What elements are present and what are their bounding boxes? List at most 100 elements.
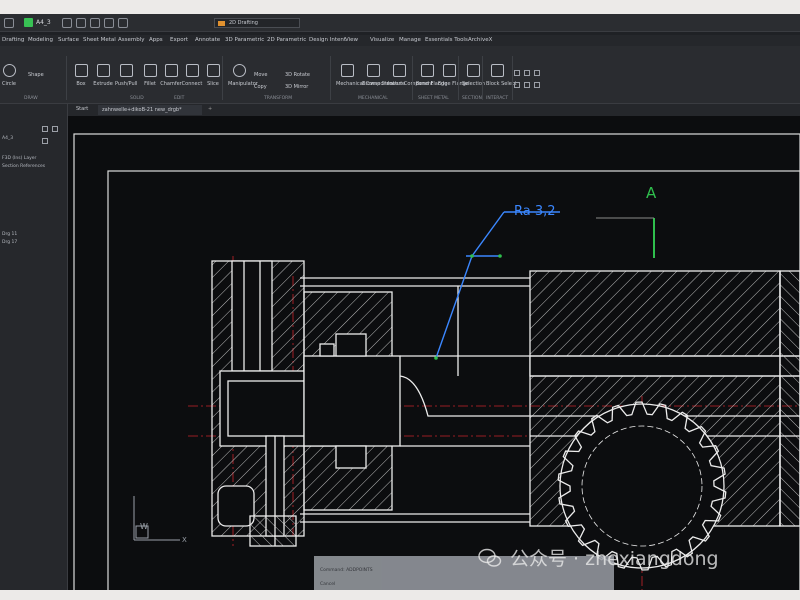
tool-grid-icon-6[interactable] — [534, 82, 540, 88]
rotate-tool[interactable]: 3D Rotate — [285, 72, 310, 78]
tree-item-root[interactable]: A4_3 — [2, 136, 13, 141]
tab-manage[interactable]: Manage — [399, 37, 421, 43]
tab-annotate[interactable]: Annotate — [195, 37, 220, 43]
slice-icon — [206, 64, 220, 77]
group-sheet-metal: SHEET METAL — [418, 96, 449, 101]
tab-export[interactable]: Export — [170, 37, 188, 43]
chamfer-button[interactable]: Chamfer — [160, 64, 182, 87]
tab-design-intent[interactable]: Design Intent — [309, 37, 346, 43]
tab-start[interactable]: Start — [76, 106, 88, 112]
group-interact: INTERACT — [486, 96, 509, 101]
push-pull-button[interactable]: Push/Pull — [115, 64, 137, 87]
tool-grid-icon-4[interactable] — [514, 82, 520, 88]
tab-2d-parametric[interactable]: 2D Parametric — [267, 37, 306, 43]
tab-archivex[interactable]: ArchiveX — [468, 37, 492, 43]
tab-essentials-tools[interactable]: Essentials Tools — [425, 37, 468, 43]
fillet-button[interactable]: Fillet — [139, 64, 161, 87]
group-edit: EDIT — [174, 96, 185, 101]
tree-item-section[interactable]: Section References — [2, 164, 45, 169]
watermark-text: 公众号 · zhexiangdong — [510, 548, 719, 570]
mirror-tool[interactable]: 3D Mirror — [285, 84, 308, 90]
tab-assembly[interactable]: Assembly — [118, 37, 145, 43]
command-line: Command: ADDPOINTS — [320, 568, 373, 573]
extrude-button[interactable]: Extrude — [92, 64, 114, 87]
manipulator-icon — [232, 64, 246, 77]
redo-icon[interactable] — [118, 18, 128, 28]
workspace-icon — [218, 21, 225, 26]
tab-surface[interactable]: Surface — [58, 37, 79, 43]
structure-tree-panel: A4_3 F3D (Ins) Layer Section References … — [0, 104, 68, 590]
tool-grid-icon-3[interactable] — [534, 70, 540, 76]
technical-drawing — [73, 133, 800, 590]
circle-icon — [2, 64, 16, 77]
browse-structure-button[interactable]: Browse Structure — [362, 64, 405, 87]
tab-visualize[interactable]: Visualize — [370, 37, 394, 43]
axis-w-label: W — [140, 522, 148, 531]
cancel-option[interactable]: Cancel — [320, 582, 335, 587]
tree-item-drg-17[interactable]: Drg 17 — [2, 240, 17, 245]
panel-filter-icon[interactable] — [42, 138, 48, 144]
ribbon-toolbar: Circle Shape Box Extrude Push/Pull Fille… — [0, 46, 800, 104]
slice-button[interactable]: Slice — [202, 64, 224, 87]
edge-flange-button[interactable]: Edge Flange — [438, 64, 469, 87]
menu-tab-bar: Drafting Modeling Surface Sheet Metal As… — [0, 35, 800, 46]
shape-tool[interactable]: Shape — [28, 72, 44, 78]
tab-drawing[interactable]: zahnwelle+dikoB-21 new_drgb* — [98, 105, 202, 115]
flange-ring — [303, 291, 401, 511]
document-name: A4_3 — [36, 19, 51, 26]
box-button[interactable]: Box — [70, 64, 92, 87]
save-icon[interactable] — [90, 18, 100, 28]
connect-button[interactable]: Connect — [181, 64, 203, 87]
surface-roughness-label: Ra 3,2 — [514, 204, 556, 219]
tab-view[interactable]: View — [345, 37, 358, 43]
tool-grid-icon-5[interactable] — [524, 82, 530, 88]
datum-marker — [596, 217, 655, 258]
block-select-button[interactable]: Block Select — [486, 64, 517, 87]
drawing-canvas[interactable]: Ra 3,2 A W X Command: ADDPOINTS Cancel — [68, 116, 800, 590]
section-icon — [466, 64, 480, 77]
push-pull-icon — [119, 64, 133, 77]
insert-component-button[interactable]: Insert Component — [388, 64, 433, 87]
new-icon[interactable] — [62, 18, 72, 28]
group-transform: TRANSFORM — [264, 96, 293, 101]
axis-x-label: X — [182, 536, 187, 544]
group-solid: SOLID — [130, 96, 144, 101]
document-tab-strip: Start zahnwelle+dikoB-21 new_drgb* + — [68, 104, 800, 116]
structure-icon — [366, 64, 380, 77]
box-icon — [74, 64, 88, 77]
copy-tool[interactable]: Copy — [254, 84, 267, 90]
new-tab-icon[interactable]: + — [208, 106, 212, 112]
selection-button[interactable]: Selection — [462, 64, 485, 87]
document-status-icon — [24, 18, 33, 27]
tree-item-drg-11[interactable]: Drg 11 — [2, 232, 17, 237]
fillet-icon — [143, 64, 157, 77]
edge-flange-icon — [442, 64, 456, 77]
tab-sheet-metal[interactable]: Sheet Metal — [83, 37, 116, 43]
open-icon[interactable] — [76, 18, 86, 28]
move-tool[interactable]: Move — [254, 72, 267, 78]
title-bar: A4_3 2D Drafting — [0, 14, 800, 32]
connect-icon — [185, 64, 199, 77]
manipulator-button[interactable]: Manipulator — [228, 64, 258, 87]
mechanical-component-button[interactable]: Mechanical Component — [336, 64, 395, 87]
tab-apps[interactable]: Apps — [149, 37, 163, 43]
workspace-selector[interactable]: 2D Drafting — [214, 18, 300, 28]
tool-grid-icon-1[interactable] — [514, 70, 520, 76]
group-draw: DRAW — [24, 96, 38, 101]
undo-icon[interactable] — [104, 18, 114, 28]
panel-close-icon[interactable] — [52, 126, 58, 132]
wechat-logo-icon — [478, 548, 502, 567]
app-menu-icon[interactable] — [4, 18, 14, 28]
tool-grid-icon-2[interactable] — [524, 70, 530, 76]
panel-pin-icon[interactable] — [42, 126, 48, 132]
tab-drafting[interactable]: Drafting — [2, 37, 24, 43]
chamfer-icon — [164, 64, 178, 77]
tab-3d-parametric[interactable]: 3D Parametric — [225, 37, 264, 43]
circle-button[interactable]: Circle — [0, 64, 20, 87]
tab-modeling[interactable]: Modeling — [28, 37, 53, 43]
group-section: SECTION — [462, 96, 482, 101]
bend-flange-button[interactable]: Bend Flange — [416, 64, 447, 87]
ucs-axis — [133, 496, 180, 541]
tree-item-layer[interactable]: F3D (Ins) Layer — [2, 156, 36, 161]
component-icon — [340, 64, 354, 77]
